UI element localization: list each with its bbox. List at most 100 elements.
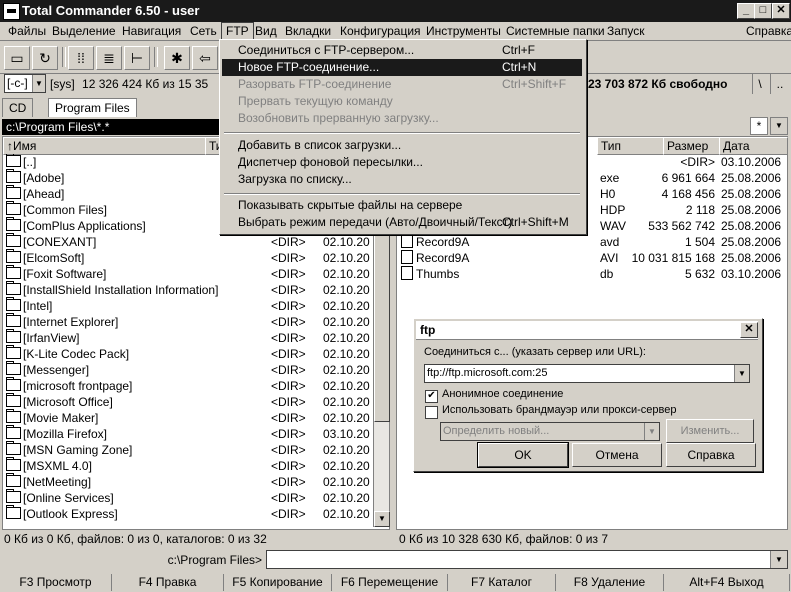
ok-button[interactable]: OK (477, 442, 569, 468)
file-name: [Online Services] (23, 491, 114, 505)
fkey-button-1[interactable]: F3 Просмотр (0, 574, 112, 591)
table-row[interactable]: Record9A avd 1 504 25.08.2006 (397, 234, 785, 250)
folder-icon (6, 329, 21, 343)
file-size: <DIR> (680, 155, 715, 169)
table-row[interactable]: [Outlook Express] <DIR> 02.10.20 (3, 505, 373, 522)
history-dropdown-icon[interactable]: ▼ (770, 117, 788, 135)
menu-item-resume[interactable]: Возобновить прерванную загрузку... (222, 110, 582, 127)
cmdline-dropdown-icon[interactable]: ▼ (770, 551, 787, 568)
server-url-input[interactable]: ftp://ftp.microsoft.com:25 (424, 364, 750, 383)
table-row[interactable]: [IrfanView] <DIR> 02.10.20 (3, 329, 373, 346)
help-button[interactable]: Справка (666, 443, 756, 467)
menu-item-1[interactable]: Выделение (48, 22, 120, 40)
table-row[interactable]: [Intel] <DIR> 02.10.20 (3, 297, 373, 314)
tab-program-files[interactable]: Program Files (48, 98, 137, 117)
dialog-close-icon[interactable]: ✕ (740, 322, 758, 338)
brief-view-icon[interactable]: ⁞⁞ (68, 46, 94, 70)
table-row[interactable]: [Internet Explorer] <DIR> 02.10.20 (3, 313, 373, 330)
command-line-input[interactable] (266, 550, 788, 569)
refresh-icon[interactable]: ↻ (32, 46, 58, 70)
change-proxy-button[interactable]: Изменить... (666, 419, 754, 443)
table-row[interactable]: [MSXML 4.0] <DIR> 02.10.20 (3, 457, 373, 474)
menu-item-show-hidden[interactable]: Показывать скрытые файлы на сервере (222, 197, 582, 214)
full-view-icon[interactable]: ≣ (96, 46, 122, 70)
back-icon[interactable]: ⇦ (192, 46, 218, 70)
table-row[interactable]: [Microsoft Office] <DIR> 02.10.20 (3, 393, 373, 410)
menu-item-label: Загрузка по списку... (238, 172, 352, 186)
left-drive-select[interactable]: [-c-] ▼ (4, 74, 46, 93)
url-dropdown-icon[interactable]: ▼ (734, 365, 749, 382)
menu-item-background-manager[interactable]: Диспетчер фоновой пересылки... (222, 154, 582, 171)
select-all-icon[interactable]: ✱ (164, 46, 190, 70)
minimize-button[interactable]: _ (737, 3, 755, 19)
table-row[interactable]: [K-Lite Codec Pack] <DIR> 02.10.20 (3, 345, 373, 362)
fkey-button-3[interactable]: F5 Копирование (224, 574, 332, 591)
fkey-button-4[interactable]: F6 Перемещение (332, 574, 448, 591)
table-row[interactable]: [Messenger] <DIR> 02.10.20 (3, 361, 373, 378)
table-row[interactable]: [Foxit Software] <DIR> 02.10.20 (3, 265, 373, 282)
column-size-header[interactable]: Размер (663, 137, 720, 155)
tree-view-icon[interactable]: ⊢ (124, 46, 150, 70)
menu-item-connect[interactable]: Соединиться с FTP-сервером... Ctrl+F (222, 42, 582, 59)
anonymous-checkbox[interactable]: ✔ (425, 390, 438, 403)
parent-dir-button[interactable]: .. (770, 74, 789, 94)
menu-item-5[interactable]: Вид (251, 22, 281, 40)
table-row[interactable]: [ElcomSoft] <DIR> 02.10.20 (3, 249, 373, 266)
file-date: 25.08.2006 (721, 171, 782, 185)
column-type-header[interactable]: Тип (597, 137, 664, 155)
menu-item-transfer-mode[interactable]: Выбрать режим передачи (Авто/Двоичный/Те… (222, 214, 582, 231)
maximize-button[interactable]: □ (754, 3, 772, 19)
table-row[interactable]: [MSN Gaming Zone] <DIR> 02.10.20 (3, 441, 373, 458)
menu-item-6[interactable]: Вкладки (281, 22, 335, 40)
proxy-checkbox[interactable] (425, 406, 438, 419)
table-row[interactable]: Record9A AVI 10 031 815 168 25.08.2006 (397, 250, 785, 266)
menu-item-2[interactable]: Навигация (118, 22, 185, 40)
file-size: <DIR> (271, 347, 306, 361)
table-row[interactable]: Thumbs db 5 632 03.10.2006 (397, 266, 785, 282)
menu-item-7[interactable]: Конфигурация (336, 22, 425, 40)
table-row[interactable]: [InstallShield Installation Information]… (3, 281, 373, 298)
table-row[interactable]: [Online Services] <DIR> 02.10.20 (3, 489, 373, 506)
menu-item-label: Новое FTP-соединение... (238, 60, 380, 74)
table-row[interactable]: [NetMeeting] <DIR> 02.10.20 (3, 473, 373, 490)
table-row[interactable]: [Mozilla Firefox] <DIR> 03.10.20 (3, 425, 373, 442)
file-size: <DIR> (271, 459, 306, 473)
root-button[interactable]: \ (752, 74, 767, 94)
fkey-button-5[interactable]: F7 Каталог (448, 574, 556, 591)
menu-item-label: Соединиться с FTP-сервером... (238, 43, 415, 57)
menu-item-new-connection[interactable]: Новое FTP-соединение... Ctrl+N (222, 59, 582, 76)
menu-item-abort[interactable]: Прервать текущую команду (222, 93, 582, 110)
menu-item-0[interactable]: Файлы (4, 22, 50, 40)
column-name-header[interactable]: ↑Имя (3, 137, 206, 155)
menu-item-8[interactable]: Инструменты (422, 22, 505, 40)
file-size: <DIR> (271, 507, 306, 521)
file-name: [Mozilla Firefox] (23, 427, 108, 441)
table-row[interactable]: [microsoft frontpage] <DIR> 02.10.20 (3, 377, 373, 394)
app-icon[interactable] (3, 3, 20, 20)
cancel-button[interactable]: Отмена (572, 443, 662, 467)
close-button[interactable]: ✕ (772, 3, 790, 19)
menu-item-disconnect[interactable]: Разорвать FTP-соединение Ctrl+Shift+F (222, 76, 582, 93)
fkey-button-2[interactable]: F4 Правка (112, 574, 224, 591)
save-icon[interactable]: ▭ (4, 46, 30, 70)
menu-item-10[interactable]: Запуск (603, 22, 649, 40)
menu-item-download-list[interactable]: Загрузка по списку... (222, 171, 582, 188)
tab-cd[interactable]: CD (2, 98, 34, 117)
column-date-header[interactable]: Дата (719, 137, 788, 155)
menu-item-add-to-list[interactable]: Добавить в список загрузки... (222, 137, 582, 154)
menu-item-3[interactable]: Сеть (186, 22, 221, 40)
scroll-down-icon[interactable]: ▼ (374, 511, 390, 527)
right-filter-star[interactable]: * (750, 117, 768, 135)
table-row[interactable]: [CONEXANT] <DIR> 02.10.20 (3, 233, 373, 250)
menu-item-9[interactable]: Системные папки (502, 22, 609, 40)
menu-help[interactable]: Справка (742, 22, 791, 40)
fkey-button-7[interactable]: Alt+F4 Выход (664, 574, 790, 591)
file-date: 25.08.2006 (721, 187, 782, 201)
proxy-select[interactable]: Определить новый... (440, 422, 660, 441)
table-row[interactable]: [Movie Maker] <DIR> 02.10.20 (3, 409, 373, 426)
file-date: 02.10.20 (323, 267, 370, 281)
proxy-dropdown-icon[interactable]: ▼ (644, 423, 659, 440)
fkey-button-6[interactable]: F8 Удаление (556, 574, 664, 591)
chevron-down-icon[interactable]: ▼ (32, 75, 45, 92)
right-status: 0 Кб из 10 328 630 Кб, файлов: 0 из 7 (399, 532, 608, 546)
